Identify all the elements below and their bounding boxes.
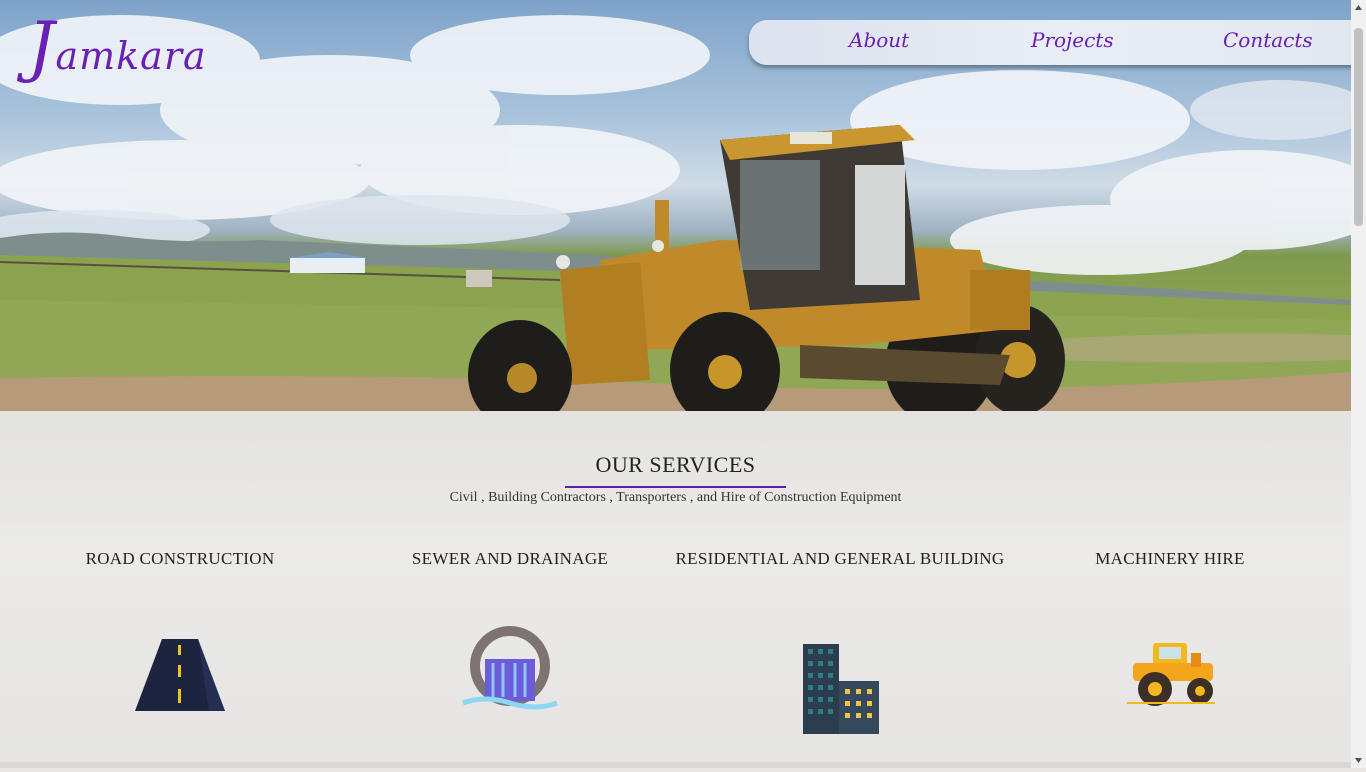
- main-nav: About Projects Contacts: [749, 20, 1351, 65]
- tractor-icon: [1005, 631, 1335, 715]
- logo-initial: J: [28, 8, 56, 85]
- nav-link-contacts[interactable]: Contacts: [1223, 28, 1313, 52]
- scroll-down-arrow-icon[interactable]: [1351, 753, 1366, 768]
- service-residential-building[interactable]: RESIDENTIAL AND GENERAL BUILDING: [675, 549, 1005, 734]
- services-title: OUR SERVICES: [595, 452, 756, 477]
- title-underline: [565, 486, 786, 488]
- footer-strip: [0, 762, 1351, 768]
- service-road-construction[interactable]: ROAD CONSTRUCTION: [15, 549, 345, 711]
- service-title: RESIDENTIAL AND GENERAL BUILDING: [675, 549, 1005, 568]
- scroll-up-arrow-icon[interactable]: [1351, 0, 1366, 15]
- service-title: ROAD CONSTRUCTION: [85, 549, 275, 568]
- services-section: OUR SERVICES Civil , Building Contractor…: [0, 411, 1351, 762]
- buildings-icon: [675, 641, 1005, 740]
- service-title: MACHINERY HIRE: [1095, 549, 1245, 568]
- sewer-pipe-icon: [345, 621, 675, 720]
- nav-link-projects[interactable]: Projects: [1031, 28, 1114, 52]
- page-scrollbar[interactable]: [1351, 0, 1366, 768]
- scroll-thumb[interactable]: [1354, 28, 1363, 226]
- logo-text: amkara: [55, 34, 207, 78]
- road-icon: [15, 631, 345, 715]
- services-subtitle: Civil , Building Contractors , Transport…: [449, 490, 902, 505]
- site-logo[interactable]: Jamkara: [28, 14, 207, 80]
- service-sewer-drainage[interactable]: SEWER AND DRAINAGE: [345, 549, 675, 710]
- hero-banner: Jamkara About Projects Contacts: [0, 0, 1351, 411]
- service-title: SEWER AND DRAINAGE: [411, 549, 609, 568]
- nav-link-about[interactable]: About: [849, 28, 909, 52]
- service-machinery-hire[interactable]: MACHINERY HIRE: [1005, 549, 1335, 706]
